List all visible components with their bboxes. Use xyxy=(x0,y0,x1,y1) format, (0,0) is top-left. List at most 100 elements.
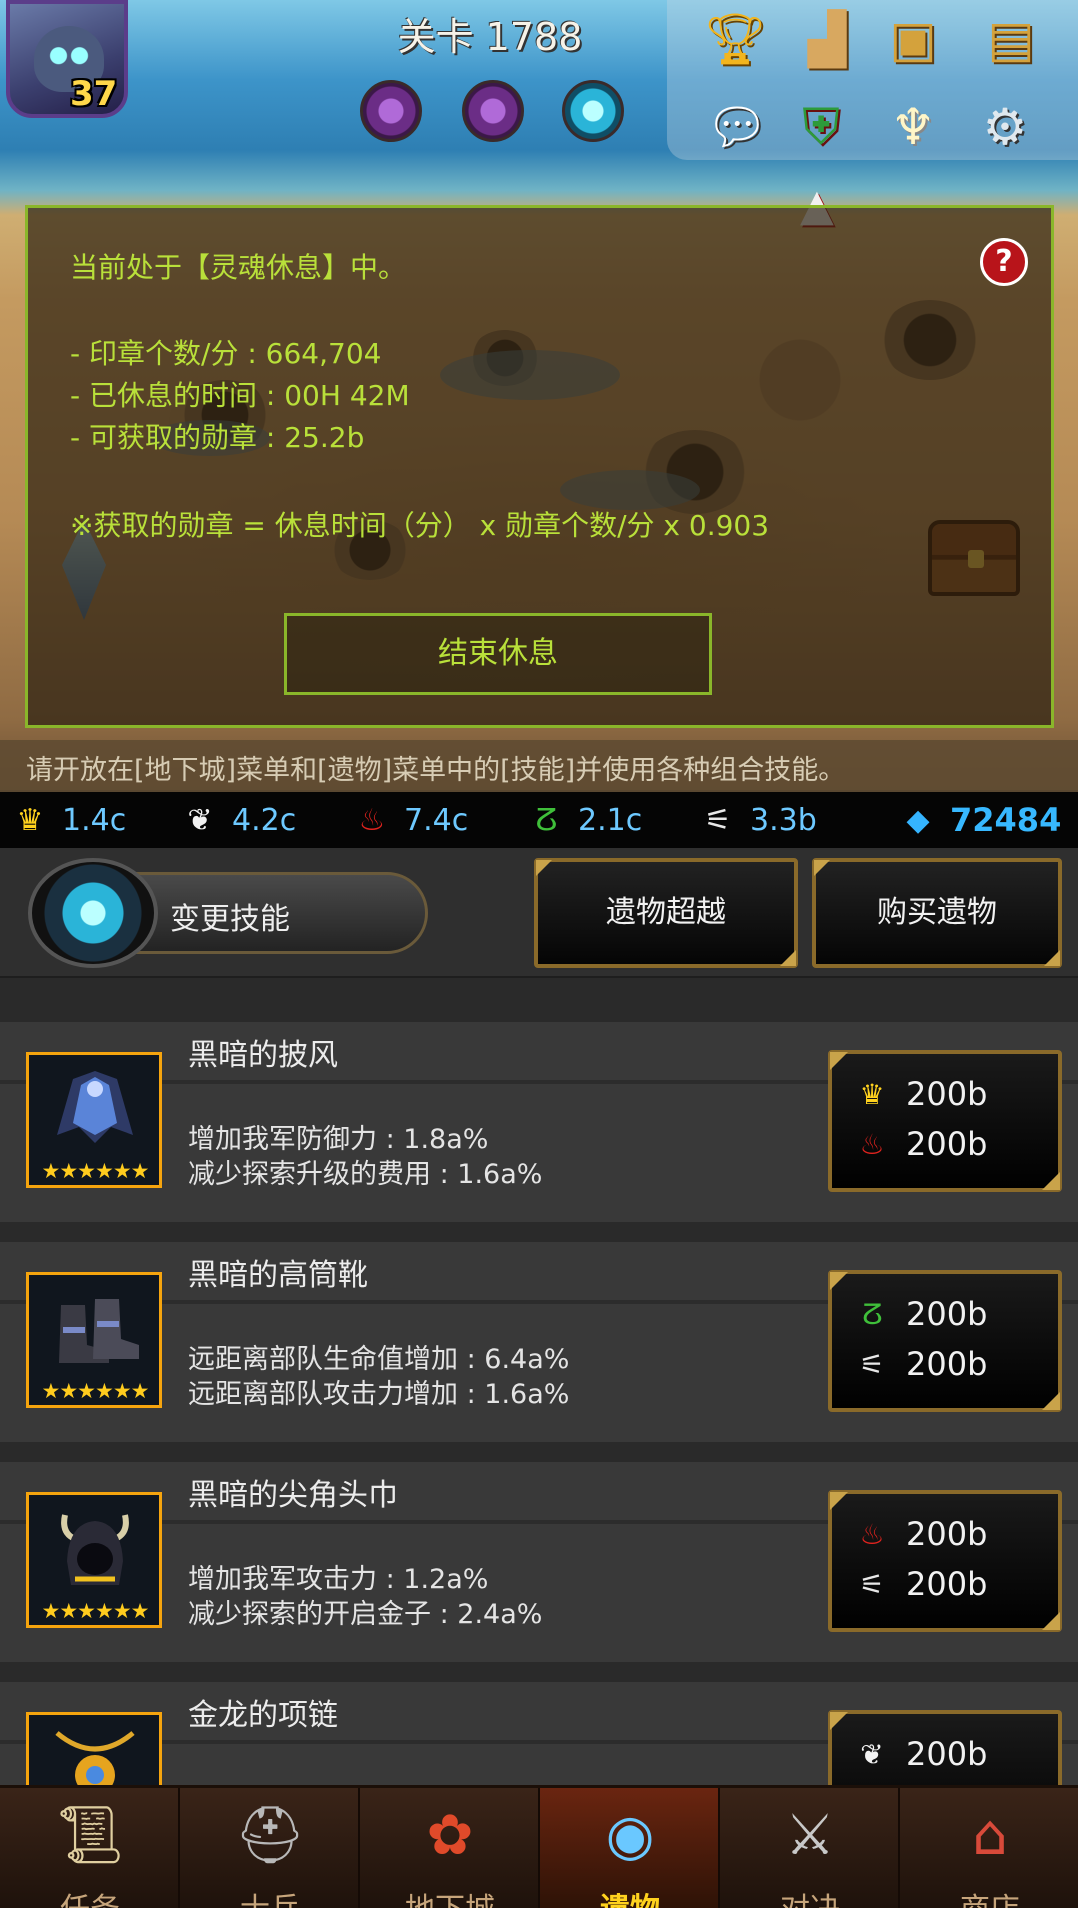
skill-book-icon[interactable]: ▤ xyxy=(976,6,1046,72)
resource-vine: ⵒ 2.1c xyxy=(526,798,643,842)
relic-upgrade-button[interactable]: ⵒ 200b ⚟ 200b xyxy=(828,1270,1062,1412)
battlefield-map: ▲ 37 关卡 1788 🏆︎ ▟ ▣ ▤ 💬︎ ⛨ ♆ ⚙ 当前处于【灵魂休息… xyxy=(0,0,1078,790)
relic-transcend-button[interactable]: 遗物超越 xyxy=(534,858,798,968)
tab-shop-label: 商店 xyxy=(900,1884,1078,1908)
help-button[interactable]: ? xyxy=(980,238,1028,286)
resource-crown: ♛ 1.4c xyxy=(10,798,127,842)
relic-upgrade-button[interactable]: ♛ 200b ♨ 200b xyxy=(828,1050,1062,1192)
resource-vine-value: 2.1c xyxy=(578,802,643,838)
crossed-swords-icon: ⚔ xyxy=(784,1803,836,1868)
relic-stat: 远距离部队攻击力增加 : 1.6a% xyxy=(188,1379,570,1410)
relic-name: 黑暗的披风 xyxy=(188,1038,338,1073)
shop-house-icon: ⌂ xyxy=(972,1803,1008,1868)
resource-bar: ♛ 1.4c ❦ 4.2c ♨ 7.4c ⵒ 2.1c ⚟ 3.3b ◆ 724… xyxy=(0,792,1078,848)
relic-list[interactable]: 黑暗的披风 ★★★★★★ 增加我军防御力 : 1.8a% 减少探索升级的费用 :… xyxy=(0,980,1078,1785)
claw-icon: ⚟ xyxy=(859,1567,885,1601)
seals-per-minute: - 印章个数/分 : 664,704 xyxy=(70,337,382,370)
vine-icon: ⵒ xyxy=(861,1297,883,1331)
resource-gems[interactable]: ◆ 72484 xyxy=(898,798,1061,842)
end-rest-button[interactable]: 结束休息 xyxy=(284,613,712,695)
crown-icon: ♛ xyxy=(859,1077,885,1111)
angel-icon[interactable]: ♆ xyxy=(878,94,948,160)
horned-hood-icon xyxy=(61,1514,129,1585)
hero-book-icon[interactable]: ▣ xyxy=(878,6,948,72)
tab-dungeon[interactable]: ✿ 地下城 xyxy=(360,1788,540,1908)
price-value: 200b xyxy=(906,1125,988,1163)
relic-stars: ★★★★★★ xyxy=(41,1599,150,1623)
price-value: 200b xyxy=(906,1565,988,1603)
relic-stat: 远距离部队生命值增加 : 6.4a% xyxy=(188,1344,570,1375)
gem-count: 72484 xyxy=(950,801,1062,839)
resource-feather-value: 4.2c xyxy=(232,802,297,838)
tab-battle-label: 对决 xyxy=(720,1884,898,1908)
rest-status-text: 当前处于【灵魂休息】中。 xyxy=(70,251,407,284)
resource-meat: ♨ 7.4c xyxy=(352,798,469,842)
meat-icon: ♨ xyxy=(358,802,386,838)
resource-claw: ⚟ 3.3b xyxy=(698,798,817,842)
tab-quest[interactable]: 📜︎ 任务 xyxy=(0,1788,180,1908)
relic-icon: ★★★★★★ xyxy=(26,1492,162,1628)
tab-soldier[interactable]: ⛑ 士兵 xyxy=(180,1788,360,1908)
price-row: ⚟ 200b xyxy=(852,1562,987,1606)
relic-upgrade-button[interactable]: ♨ 200b ⚟ 200b xyxy=(828,1490,1062,1632)
ranking-podium-icon[interactable]: ▟ xyxy=(792,6,862,72)
resource-claw-value: 3.3b xyxy=(750,802,817,838)
price-row: ♨ 200b xyxy=(852,1122,987,1166)
helmet-icon: ⛑ xyxy=(234,1803,306,1868)
relic-stat: 减少探索的开启金子 : 2.4a% xyxy=(188,1599,543,1630)
sword-skill-icon xyxy=(28,858,158,968)
relic-item[interactable]: 黑暗的高筒靴 ★★★★★★ 远距离部队生命值增加 : 6.4a% 远距离部队攻击… xyxy=(0,1242,1078,1442)
relic-item[interactable]: 黑暗的尖角头巾 ★★★★★★ 增加我军攻击力 : 1.2a% 减少探索的开启金子… xyxy=(0,1462,1078,1662)
guild-shield-icon[interactable]: ⛨ xyxy=(786,94,856,160)
price-row: ♛ 200b xyxy=(852,1072,987,1116)
claw-icon: ⚟ xyxy=(859,1347,885,1381)
claw-icon: ⚟ xyxy=(704,802,732,838)
rest-elapsed-time: - 已休息的时间 : 00H 42M xyxy=(70,379,410,412)
player-level: 37 xyxy=(70,74,118,114)
relic-item[interactable]: 金龙的项链 ❦ 200b xyxy=(0,1682,1078,1785)
price-value: 200b xyxy=(906,1295,988,1333)
change-skill-button[interactable]: 变更技能 xyxy=(28,858,428,968)
price-row: ⵒ 200b xyxy=(852,1292,987,1336)
settings-gear-icon[interactable]: ⚙ xyxy=(970,94,1040,160)
tab-soldier-label: 士兵 xyxy=(180,1884,358,1908)
buff-purple-orb-icon[interactable] xyxy=(462,80,524,142)
price-value: 200b xyxy=(906,1075,988,1113)
meat-icon: ♨ xyxy=(859,1127,885,1161)
price-value: 200b xyxy=(906,1735,988,1773)
relic-stat: 减少探索升级的费用 : 1.6a% xyxy=(188,1159,543,1190)
price-row: ♨ 200b xyxy=(852,1512,987,1556)
golden-dragon-necklace-icon xyxy=(55,1731,135,1785)
dark-boots-icon xyxy=(59,1299,139,1363)
tab-relic[interactable]: ◉ 遗物 xyxy=(540,1788,720,1908)
relic-orb-icon: ◉ xyxy=(605,1803,655,1868)
relic-stat: 增加我军攻击力 : 1.2a% xyxy=(188,1564,489,1595)
relic-upgrade-button[interactable]: ❦ 200b xyxy=(828,1710,1062,1785)
medal-formula: ※获取的勋章 = 休息时间（分） x 勋章个数/分 x 0.903 xyxy=(70,509,770,542)
game-screen: ▲ 37 关卡 1788 🏆︎ ▟ ▣ ▤ 💬︎ ⛨ ♆ ⚙ 当前处于【灵魂休息… xyxy=(0,0,1078,1908)
tab-relic-label: 遗物 xyxy=(540,1884,718,1908)
meat-icon: ♨ xyxy=(859,1517,885,1551)
resource-feather: ❦ 4.2c xyxy=(180,798,296,842)
feather-icon: ❦ xyxy=(860,1737,884,1771)
tab-shop[interactable]: ⌂ 商店 xyxy=(900,1788,1078,1908)
tab-quest-label: 任务 xyxy=(0,1884,178,1908)
buff-cyan-orb-icon[interactable] xyxy=(562,80,624,142)
diamond-gem-icon: ◆ xyxy=(906,802,930,838)
relic-item[interactable]: 黑暗的披风 ★★★★★★ 增加我军防御力 : 1.8a% 减少探索升级的费用 :… xyxy=(0,1022,1078,1222)
price-value: 200b xyxy=(906,1515,988,1553)
chat-icon[interactable]: 💬︎ xyxy=(702,94,772,160)
trophy-icon[interactable]: 🏆︎ xyxy=(700,6,770,72)
stage-title: 关卡 1788 xyxy=(397,15,583,59)
price-value: 200b xyxy=(906,1345,988,1383)
resource-meat-value: 7.4c xyxy=(404,802,469,838)
relic-icon xyxy=(26,1712,162,1785)
monster-plant-icon: ✿ xyxy=(426,1803,474,1868)
tab-battle[interactable]: ⚔ 对决 xyxy=(720,1788,900,1908)
buy-relic-button[interactable]: 购买遗物 xyxy=(812,858,1062,968)
buff-purple-orb-icon[interactable] xyxy=(360,80,422,142)
relic-stars: ★★★★★★ xyxy=(41,1379,150,1403)
relic-action-bar: 变更技能 遗物超越 购买遗物 xyxy=(0,848,1078,978)
scroll-icon: 📜︎ xyxy=(54,1803,126,1868)
relic-name: 黑暗的尖角头巾 xyxy=(188,1478,398,1513)
